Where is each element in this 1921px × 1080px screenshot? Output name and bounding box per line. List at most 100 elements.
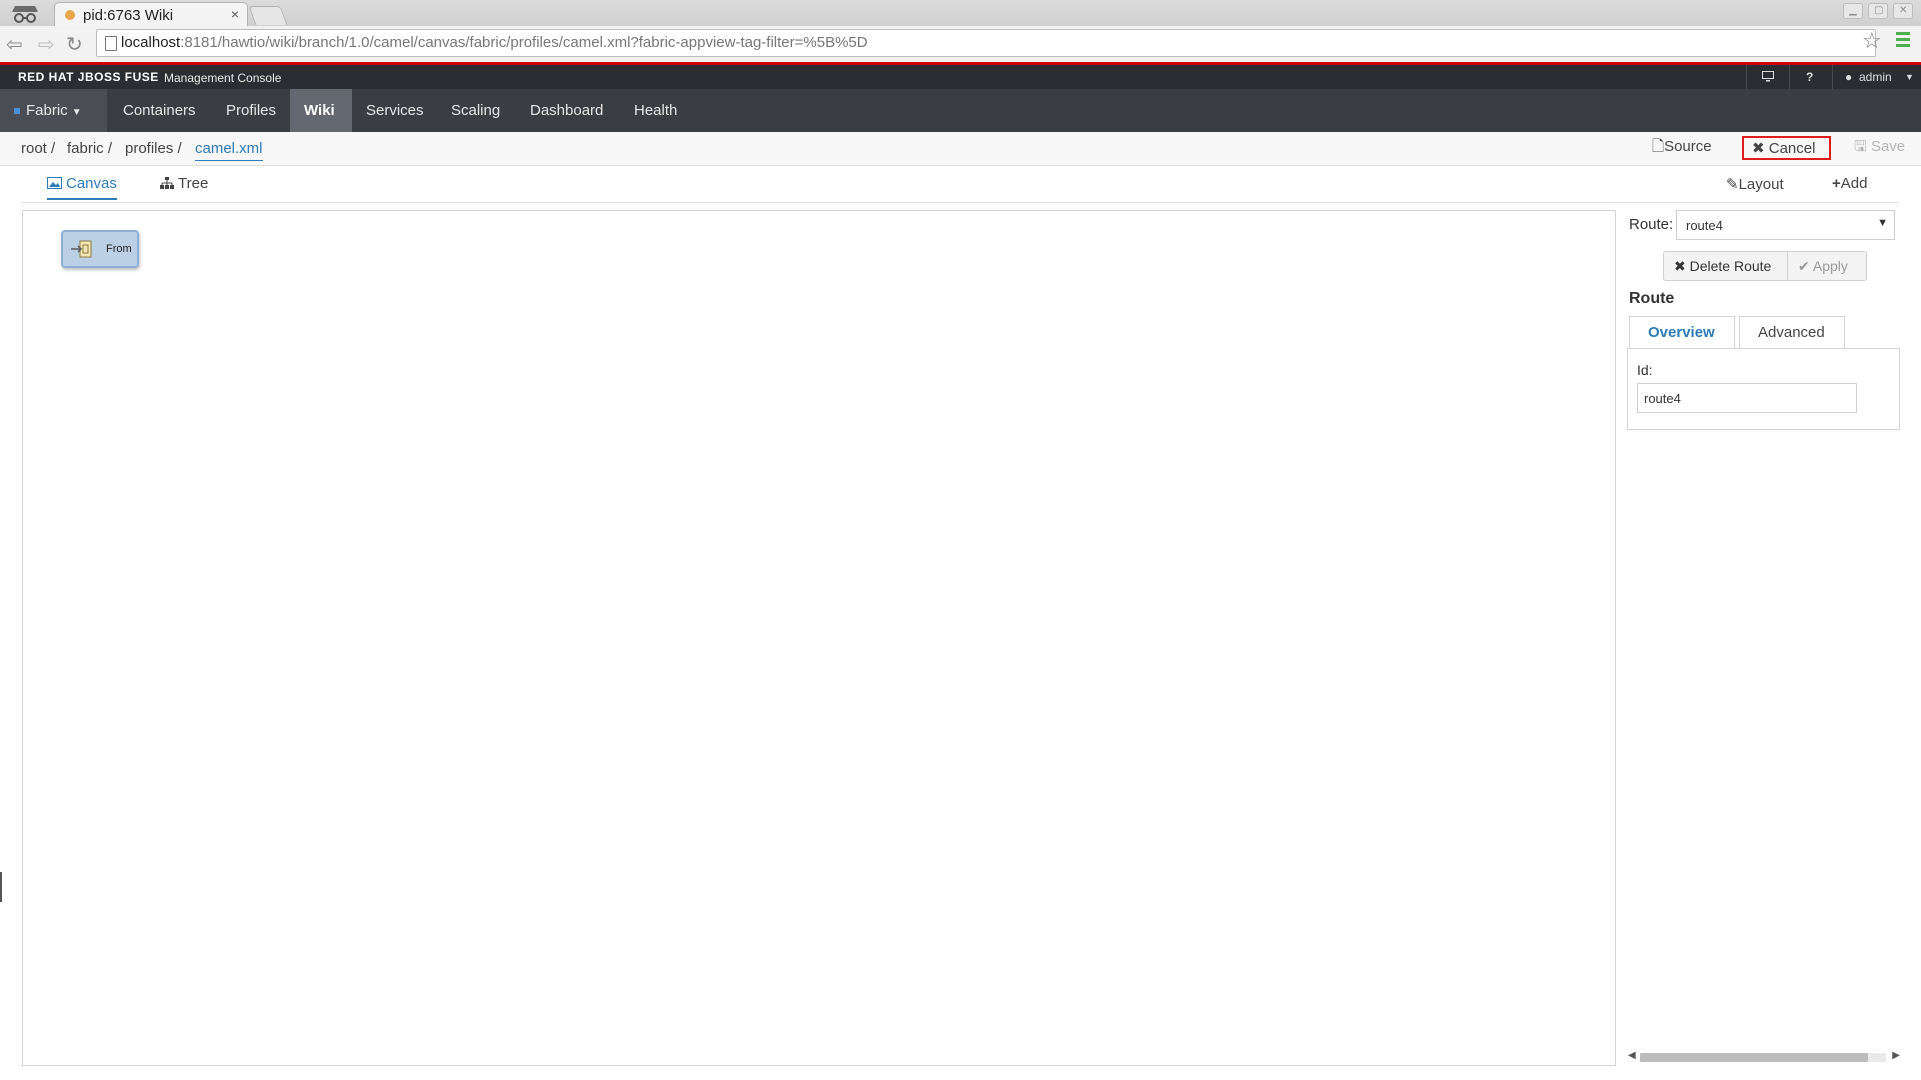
- new-tab-button[interactable]: [248, 6, 288, 25]
- breadcrumb-root[interactable]: root /: [21, 140, 55, 157]
- route-label: Route:: [1629, 216, 1674, 233]
- browser-menu-icon[interactable]: [1896, 32, 1910, 50]
- nav-item-health[interactable]: Health: [620, 89, 691, 132]
- nav-item-dashboard[interactable]: Dashboard: [516, 89, 617, 132]
- window-minimize-button[interactable]: ▁: [1843, 3, 1863, 19]
- delete-route-button[interactable]: ✖ Delete Route: [1664, 252, 1788, 280]
- id-input[interactable]: [1637, 383, 1857, 413]
- file-icon: 🗋: [1652, 138, 1665, 155]
- main-nav: Fabric ▼ Containers Profiles Wiki Service…: [0, 89, 1921, 132]
- forward-arrow-icon[interactable]: ⇨: [38, 32, 55, 57]
- cancel-label: Cancel: [1768, 140, 1816, 157]
- source-label: Source: [1664, 138, 1712, 155]
- nav-item-containers[interactable]: Containers: [109, 89, 210, 132]
- back-arrow-icon[interactable]: ⇦: [6, 32, 23, 57]
- browser-tab[interactable]: pid:6763 Wiki ×: [54, 2, 248, 26]
- plus-icon: +: [1832, 175, 1841, 192]
- window-maximize-button[interactable]: ▢: [1868, 3, 1888, 19]
- section-title: Route: [1629, 290, 1675, 307]
- tab-tree-label: Tree: [178, 175, 209, 192]
- user-name: admin: [1859, 70, 1892, 84]
- route-canvas[interactable]: From: [22, 210, 1616, 1066]
- breadcrumb-file[interactable]: camel.xml: [195, 140, 263, 161]
- apply-button[interactable]: ✔ Apply: [1788, 252, 1866, 280]
- browser-tab-title: pid:6763 Wiki: [83, 7, 174, 24]
- user-icon: ●: [1845, 70, 1853, 84]
- cancel-button[interactable]: ✖ Cancel: [1742, 136, 1831, 160]
- pencil-icon: ✎: [1726, 176, 1739, 193]
- window-edge: [0, 872, 2, 902]
- layout-button[interactable]: ✎Layout: [1726, 175, 1784, 193]
- hawtio-favicon-icon: [65, 10, 75, 20]
- sitemap-icon: [160, 177, 174, 189]
- nav-fabric-dropdown[interactable]: Fabric ▼: [0, 89, 107, 132]
- chevron-down-icon: ▼: [71, 107, 82, 118]
- from-node-label: From: [106, 243, 132, 255]
- tab-advanced[interactable]: Advanced: [1739, 316, 1845, 349]
- browser-tab-strip: pid:6763 Wiki × ▁ ▢ ✕: [0, 0, 1921, 27]
- properties-panel: Route: route4 ▼ ✖ Delete Route ✔ Apply R…: [1626, 208, 1900, 1068]
- url-text[interactable]: localhost:8181/hawtio/wiki/branch/1.0/ca…: [121, 34, 868, 51]
- route-select[interactable]: route4 ▼: [1676, 210, 1895, 240]
- bookmark-star-icon[interactable]: ☆: [1862, 28, 1882, 54]
- nav-item-scaling[interactable]: Scaling: [437, 89, 514, 132]
- tab-canvas[interactable]: Canvas: [47, 175, 117, 200]
- apply-label: Apply: [1812, 258, 1848, 274]
- chevron-down-icon: ▼: [1905, 72, 1914, 82]
- nav-fabric-label: Fabric: [26, 102, 68, 119]
- picture-icon: [47, 177, 62, 189]
- nav-item-wiki[interactable]: Wiki: [290, 89, 352, 132]
- add-button[interactable]: +Add: [1832, 175, 1867, 192]
- address-bar[interactable]: localhost:8181/hawtio/wiki/branch/1.0/ca…: [96, 29, 1876, 57]
- tab-tree[interactable]: Tree: [160, 175, 208, 192]
- close-icon[interactable]: ×: [231, 6, 239, 22]
- minimize-icon: ▁: [1849, 5, 1857, 16]
- url-host: localhost: [121, 34, 181, 51]
- breadcrumb: root / fabric / profiles / camel.xml 🗋So…: [0, 132, 1921, 166]
- check-icon: ✔: [1798, 258, 1813, 274]
- save-label: Save: [1870, 138, 1906, 155]
- view-tabs: Canvas Tree ✎Layout +Add: [22, 165, 1898, 203]
- brand-logo: RED HAT JBOSS FUSE: [18, 70, 159, 84]
- maximize-icon: ▢: [1874, 5, 1884, 16]
- scroll-right-icon[interactable]: ▶: [1892, 1050, 1900, 1061]
- overview-form: Id:: [1627, 348, 1900, 430]
- user-menu[interactable]: ● admin ▼: [1832, 65, 1921, 89]
- brand-bar: RED HAT JBOSS FUSE Management Console ? …: [0, 65, 1921, 89]
- reload-icon[interactable]: ↻: [66, 32, 83, 57]
- browser-toolbar: ⇦ ⇨ ↻ localhost:8181/hawtio/wiki/branch/…: [0, 26, 1921, 63]
- caret-down-icon: ▼: [1877, 217, 1888, 229]
- source-button[interactable]: 🗋Source: [1644, 136, 1720, 160]
- add-label: Add: [1840, 175, 1868, 192]
- help-icon[interactable]: ?: [1789, 65, 1832, 89]
- scroll-left-icon[interactable]: ◀: [1628, 1050, 1636, 1061]
- url-path: :8181/hawtio/wiki/branch/1.0/camel/canva…: [180, 34, 868, 51]
- tab-overview[interactable]: Overview: [1629, 316, 1735, 349]
- horizontal-scrollbar[interactable]: ◀ ▶: [1628, 1050, 1900, 1064]
- scroll-thumb[interactable]: [1640, 1053, 1868, 1062]
- from-node[interactable]: From: [61, 230, 139, 268]
- save-button[interactable]: 🖫 Save: [1846, 136, 1913, 160]
- brand-subtitle: Management Console: [164, 71, 282, 85]
- nav-item-profiles[interactable]: Profiles: [212, 89, 290, 132]
- id-label: Id:: [1637, 362, 1653, 378]
- delete-route-label: Delete Route: [1689, 258, 1772, 274]
- breadcrumb-profiles[interactable]: profiles /: [125, 140, 182, 157]
- page-icon: [105, 36, 117, 51]
- route-select-value: route4: [1686, 218, 1723, 233]
- incognito-icon: [12, 6, 38, 23]
- endpoint-icon: [71, 240, 92, 258]
- close-icon: ✖: [1674, 258, 1690, 274]
- breadcrumb-fabric[interactable]: fabric /: [67, 140, 112, 157]
- monitor-icon-glyph: [1762, 71, 1774, 82]
- detail-tabs: Overview Advanced: [1628, 308, 1900, 349]
- tab-canvas-label: Canvas: [66, 175, 117, 192]
- question-mark-icon: ?: [1806, 70, 1814, 84]
- save-icon: 🖫: [1854, 138, 1871, 155]
- layout-label: Layout: [1738, 176, 1784, 193]
- window-close-button[interactable]: ✕: [1893, 3, 1913, 19]
- nav-item-services[interactable]: Services: [352, 89, 438, 132]
- monitor-icon[interactable]: [1746, 65, 1789, 89]
- close-icon: ✕: [1899, 5, 1908, 16]
- close-icon: ✖: [1752, 140, 1769, 157]
